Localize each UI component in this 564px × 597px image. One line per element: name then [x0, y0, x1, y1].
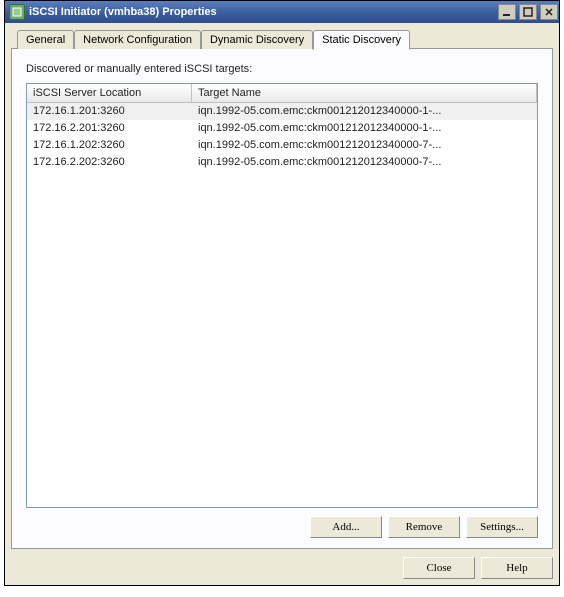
panel-button-row: Add... Remove Settings... — [26, 516, 538, 538]
minimize-icon — [502, 7, 512, 17]
listview-body: 172.16.1.201:3260 iqn.1992-05.com.emc:ck… — [27, 103, 537, 507]
settings-button[interactable]: Settings... — [466, 516, 538, 538]
cell-target-name: iqn.1992-05.com.emc:ckm001212012340000-7… — [192, 154, 537, 171]
tab-general[interactable]: General — [17, 30, 74, 49]
table-row[interactable]: 172.16.2.201:3260 iqn.1992-05.com.emc:ck… — [27, 120, 537, 137]
help-button[interactable]: Help — [481, 557, 553, 579]
titlebar-title: iSCSI Initiator (vmhba38) Properties — [29, 6, 496, 18]
minimize-button[interactable] — [498, 4, 516, 20]
add-button[interactable]: Add... — [310, 516, 382, 538]
table-row[interactable]: 172.16.1.201:3260 iqn.1992-05.com.emc:ck… — [27, 103, 537, 120]
column-header-location[interactable]: iSCSI Server Location — [27, 84, 192, 102]
targets-listview[interactable]: iSCSI Server Location Target Name 172.16… — [26, 83, 538, 508]
tab-panel-static-discovery: Discovered or manually entered iSCSI tar… — [11, 48, 553, 549]
dialog-window: iSCSI Initiator (vmhba38) Properties Gen… — [4, 0, 560, 586]
maximize-icon — [523, 7, 533, 17]
titlebar: iSCSI Initiator (vmhba38) Properties — [5, 1, 559, 23]
cell-location: 172.16.2.201:3260 — [27, 120, 192, 137]
tab-network-configuration[interactable]: Network Configuration — [74, 30, 201, 49]
tab-dynamic-discovery[interactable]: Dynamic Discovery — [201, 30, 313, 49]
tab-strip: General Network Configuration Dynamic Di… — [11, 30, 553, 49]
cell-target-name: iqn.1992-05.com.emc:ckm001212012340000-1… — [192, 120, 537, 137]
cell-location: 172.16.1.202:3260 — [27, 137, 192, 154]
cell-location: 172.16.2.202:3260 — [27, 154, 192, 171]
table-row[interactable]: 172.16.1.202:3260 iqn.1992-05.com.emc:ck… — [27, 137, 537, 154]
close-dialog-button[interactable]: Close — [403, 557, 475, 579]
window-controls — [496, 4, 559, 20]
remove-button[interactable]: Remove — [388, 516, 460, 538]
column-header-target-name[interactable]: Target Name — [192, 84, 537, 102]
listview-header: iSCSI Server Location Target Name — [27, 84, 537, 103]
maximize-button[interactable] — [519, 4, 537, 20]
close-button[interactable] — [540, 4, 558, 20]
app-icon — [9, 4, 25, 20]
dialog-footer: Close Help — [11, 557, 553, 579]
cell-location: 172.16.1.201:3260 — [27, 103, 192, 120]
cell-target-name: iqn.1992-05.com.emc:ckm001212012340000-1… — [192, 103, 537, 120]
panel-description: Discovered or manually entered iSCSI tar… — [26, 63, 538, 75]
tab-static-discovery[interactable]: Static Discovery — [313, 30, 410, 50]
dialog-body: General Network Configuration Dynamic Di… — [5, 23, 559, 585]
table-row[interactable]: 172.16.2.202:3260 iqn.1992-05.com.emc:ck… — [27, 154, 537, 171]
close-icon — [544, 7, 554, 17]
cell-target-name: iqn.1992-05.com.emc:ckm001212012340000-7… — [192, 137, 537, 154]
